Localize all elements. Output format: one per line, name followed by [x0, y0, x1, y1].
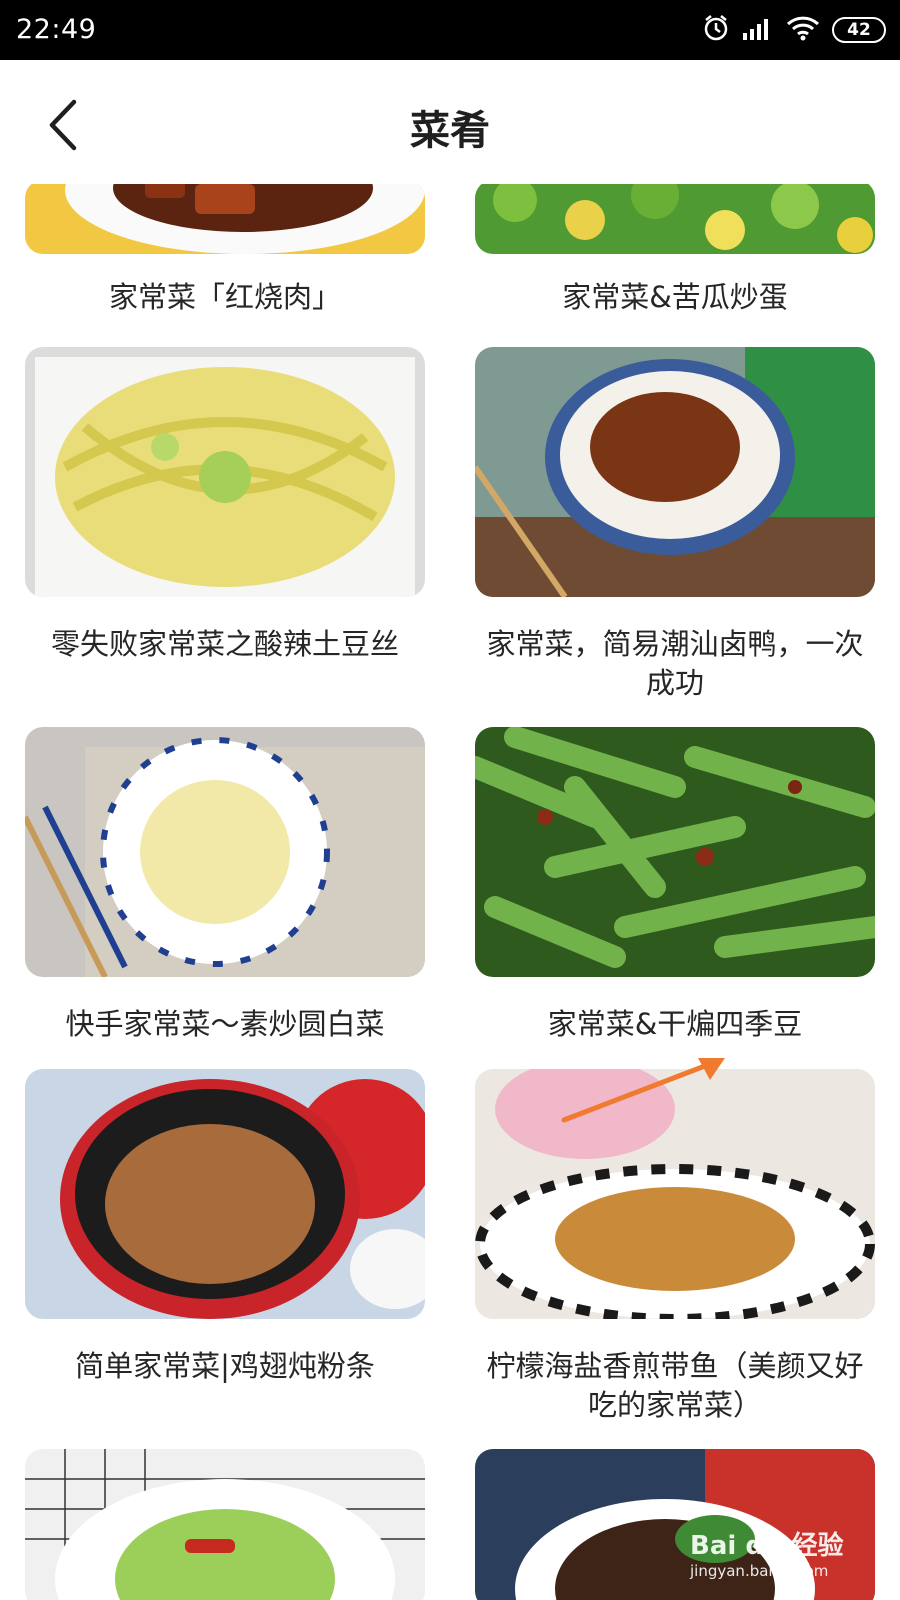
recipe-image	[475, 1069, 875, 1319]
page-title: 菜肴	[410, 108, 490, 154]
recipe-title: 家常菜&苦瓜炒蛋	[562, 280, 788, 314]
recipe-title: 快手家常菜～素炒圆白菜	[65, 1007, 385, 1041]
recipe-title: 家常菜&干煸四季豆	[547, 1007, 803, 1041]
app-header: 菜肴	[0, 60, 900, 184]
recipe-title: 零失败家常菜之酸辣土豆丝	[50, 627, 399, 661]
recipe-image	[25, 1069, 425, 1319]
status-bar: 22:49 42	[0, 0, 900, 60]
recipe-image	[25, 727, 425, 977]
recipe-title: 简单家常菜|鸡翅炖粉条	[75, 1349, 375, 1383]
recipe-feed[interactable]: 家常菜「红烧肉」 家常菜&苦瓜炒蛋 零失败家常菜之酸辣土豆丝 家常菜，简易潮汕卤…	[0, 184, 900, 1600]
recipe-image	[25, 347, 425, 597]
watermark-brand: Bai du 经验	[690, 1531, 844, 1561]
wifi-icon	[786, 15, 820, 45]
recipe-title: 家常菜，简易潮汕卤鸭，一次成功	[486, 627, 864, 700]
watermark-url: jingyan.baidu.com	[690, 1562, 829, 1580]
recipe-image	[475, 184, 875, 254]
alarm-icon	[702, 14, 730, 46]
recipe-image	[475, 347, 875, 597]
recipe-title: 家常菜「红烧肉」	[108, 280, 341, 314]
recipe-title: 柠檬海盐香煎带鱼（美颜又好吃的家常菜）	[486, 1349, 864, 1422]
signal-icon	[742, 15, 774, 45]
status-time: 22:49	[16, 14, 97, 45]
recipe-image	[475, 727, 875, 977]
watermark: Bai du 经验 jingyan.baidu.com	[690, 1525, 844, 1580]
recipe-image	[25, 1449, 425, 1600]
battery-icon: 42	[832, 17, 886, 43]
recipe-image	[25, 184, 425, 254]
